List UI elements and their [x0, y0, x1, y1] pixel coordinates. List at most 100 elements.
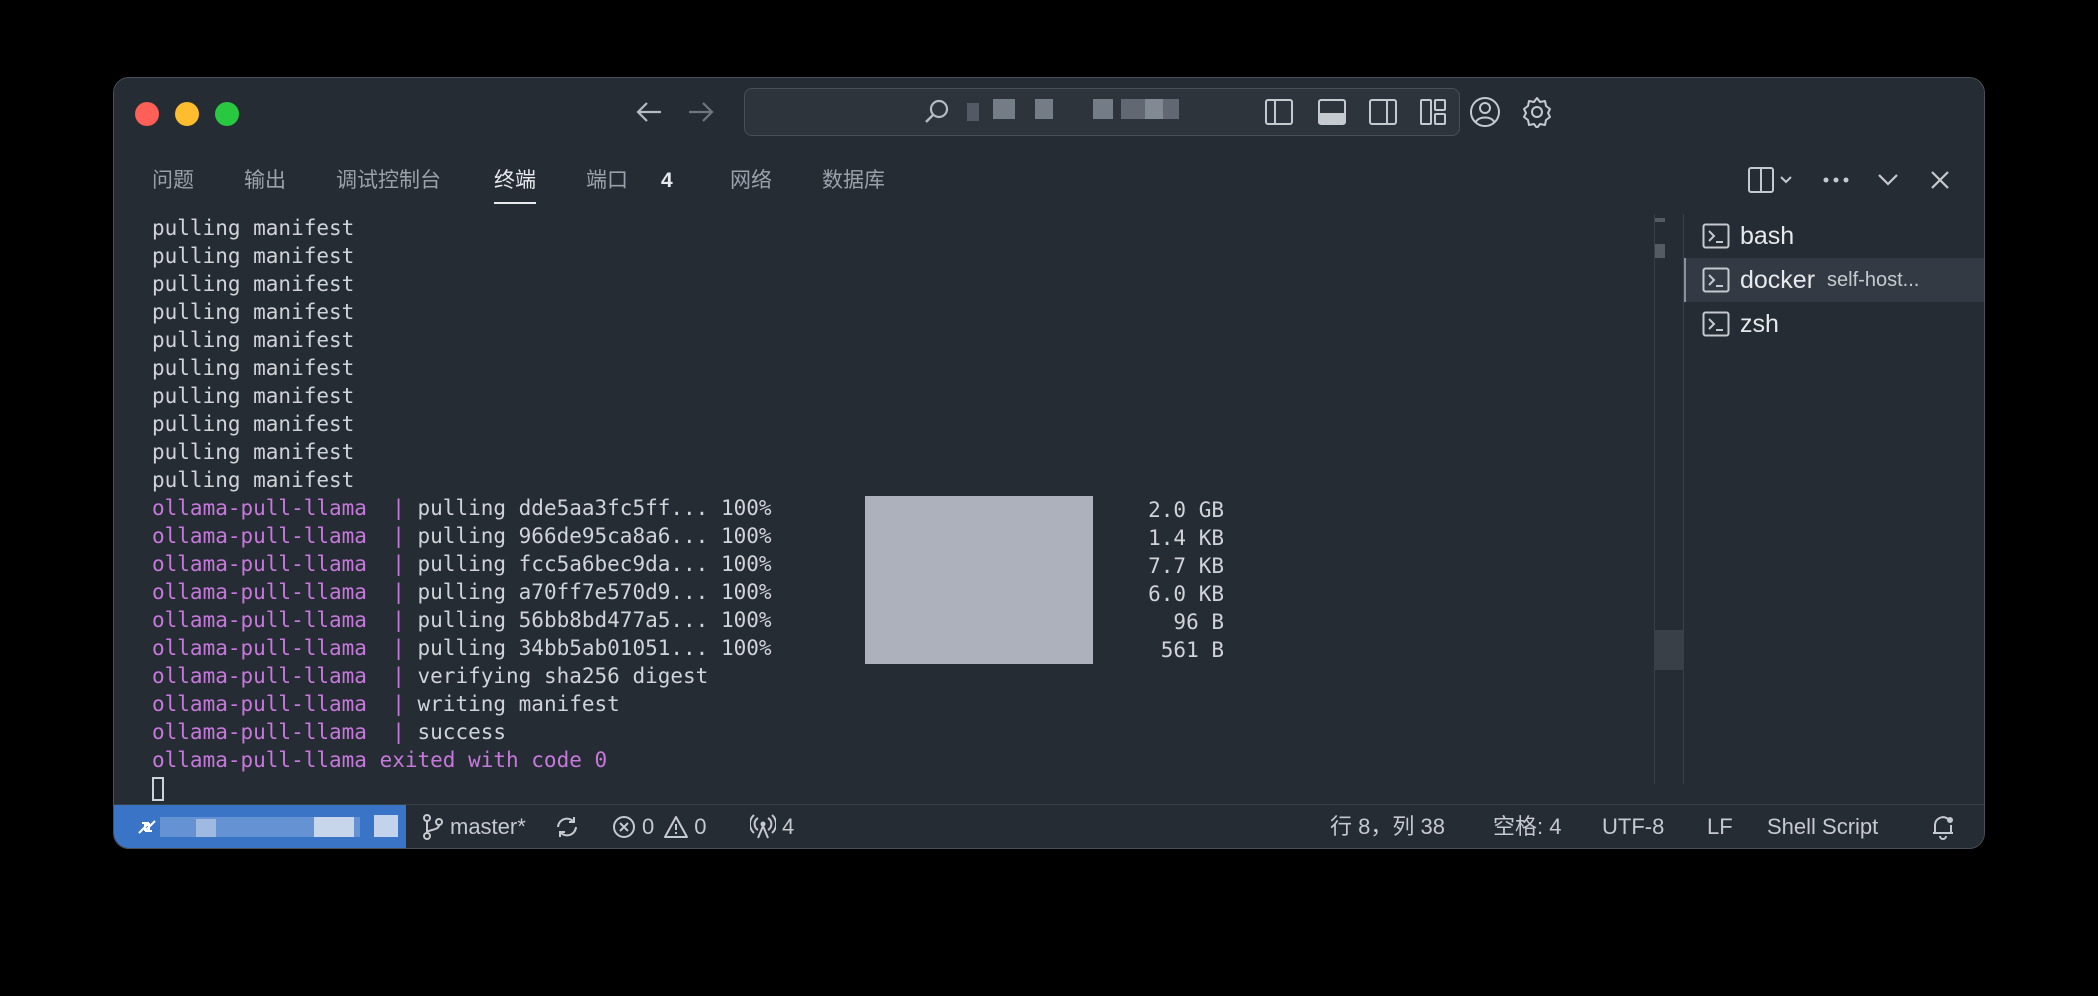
- terminal-line: pulling manifest: [152, 244, 355, 268]
- git-branch-item[interactable]: master*: [422, 805, 526, 848]
- layer-size: 6.0 KB: [1148, 582, 1224, 606]
- remote-indicator[interactable]: [114, 805, 406, 848]
- scroll-marker: [1655, 218, 1665, 222]
- forward-arrow-icon[interactable]: [681, 92, 721, 132]
- error-count: 0: [642, 814, 655, 839]
- pull-layer-text: pulling dde5aa3fc5ff... 100%: [417, 496, 772, 520]
- separator: |: [379, 608, 418, 632]
- terminal-line: pulling manifest: [152, 412, 355, 436]
- customize-layout-icon[interactable]: [1414, 93, 1452, 131]
- chevron-down-icon[interactable]: [1870, 162, 1906, 198]
- redacted-text: [314, 817, 354, 837]
- terminal-line: ollama-pull-llama | verifying sha256 dig…: [152, 662, 1252, 690]
- language-mode[interactable]: Shell Script: [1767, 805, 1878, 848]
- tab-debug-console[interactable]: 调试控制台: [336, 158, 441, 208]
- close-icon[interactable]: [1922, 162, 1958, 198]
- layer-size: 7.7 KB: [1148, 554, 1224, 578]
- warning-count: 0: [694, 814, 707, 839]
- sync-icon[interactable]: [554, 805, 586, 848]
- layer-size: 96 B: [1173, 610, 1224, 634]
- layer-sizes: 2.0 GB 1.4 KB 7.7 KB 6.0 KB 96 B 561 B: [1114, 496, 1224, 664]
- ports-indicator[interactable]: 4: [750, 805, 795, 848]
- account-icon[interactable]: [1466, 93, 1504, 131]
- tab-problems[interactable]: 问题: [152, 158, 194, 208]
- service-prefix: ollama-pull-llama: [152, 524, 380, 548]
- redacted-text: [1035, 99, 1053, 119]
- separator: |: [379, 524, 418, 548]
- line-ending[interactable]: LF: [1707, 805, 1733, 848]
- terminal-line: pulling manifest: [152, 216, 355, 240]
- separator: |: [379, 664, 418, 688]
- terminal-name: bash: [1740, 221, 1795, 250]
- status-text: success: [417, 720, 507, 744]
- cursor-position[interactable]: 行 8，列 38: [1330, 805, 1445, 848]
- layer-size: 1.4 KB: [1148, 526, 1224, 550]
- problems-indicator[interactable]: 0 0: [612, 805, 707, 848]
- back-arrow-icon[interactable]: [629, 92, 669, 132]
- command-center-search[interactable]: [744, 88, 1460, 136]
- status-text: verifying sha256 digest: [417, 664, 709, 688]
- toggle-panel-icon[interactable]: [1313, 93, 1351, 131]
- more-actions-icon[interactable]: [1818, 162, 1854, 198]
- ports-count: 4: [782, 814, 795, 839]
- broadcast-icon: [750, 814, 776, 839]
- search-icon: [923, 98, 951, 131]
- redacted-text: [993, 99, 1015, 119]
- terminal-list: bash docker self-host... zsh: [1684, 214, 1984, 346]
- toggle-secondary-sidebar-icon[interactable]: [1364, 93, 1402, 131]
- tab-terminal[interactable]: 终端: [494, 158, 536, 208]
- zoom-window-button[interactable]: [215, 102, 239, 126]
- service-prefix: ollama-pull-llama: [152, 636, 380, 660]
- terminal-line: pulling manifest: [152, 468, 355, 492]
- service-prefix: ollama-pull-llama: [152, 692, 380, 716]
- status-bar: master* 0 0 4 行 8，列 38 空格: 4 UTF-8 LF Sh…: [114, 804, 1984, 848]
- terminal-item-zsh[interactable]: zsh: [1684, 302, 1984, 346]
- minimize-window-button[interactable]: [175, 102, 199, 126]
- indentation[interactable]: 空格: 4: [1493, 805, 1561, 848]
- terminal-scrollbar[interactable]: [1654, 214, 1684, 784]
- separator: |: [379, 496, 418, 520]
- tab-network[interactable]: 网络: [730, 158, 772, 208]
- redacted-text: [1145, 99, 1163, 119]
- separator: |: [379, 636, 418, 660]
- error-icon: [613, 816, 635, 838]
- title-bar: [114, 78, 1984, 148]
- terminal-line: pulling manifest: [152, 356, 355, 380]
- service-prefix: ollama-pull-llama: [152, 608, 380, 632]
- tab-output[interactable]: 输出: [244, 158, 286, 208]
- git-branch-label: master*: [450, 814, 526, 839]
- remote-icon: [138, 820, 156, 834]
- terminal-item-docker[interactable]: docker self-host...: [1684, 258, 1984, 302]
- terminal-cursor: [152, 777, 164, 801]
- separator: |: [379, 552, 418, 576]
- layer-size: 2.0 GB: [1148, 498, 1224, 522]
- close-window-button[interactable]: [135, 102, 159, 126]
- terminal-line: pulling manifest: [152, 300, 355, 324]
- terminal-description: self-host...: [1827, 268, 1920, 291]
- tab-ports[interactable]: 端口: [586, 158, 628, 208]
- layer-size: 561 B: [1160, 638, 1224, 662]
- terminal-icon: [1702, 223, 1730, 249]
- split-terminal-icon[interactable]: [1744, 162, 1800, 198]
- encoding[interactable]: UTF-8: [1602, 805, 1664, 848]
- toggle-primary-sidebar-icon[interactable]: [1260, 93, 1298, 131]
- warning-icon: [664, 816, 689, 838]
- terminal-line: ollama-pull-llama | success: [152, 718, 1252, 746]
- gear-icon[interactable]: [1518, 93, 1556, 131]
- separator: |: [379, 580, 418, 604]
- terminal-line: pulling manifest: [152, 440, 355, 464]
- status-text: writing manifest: [417, 692, 620, 716]
- redacted-text: [967, 103, 979, 121]
- terminal-line: ollama-pull-llama | writing manifest: [152, 690, 1252, 718]
- service-prefix: ollama-pull-llama: [152, 580, 380, 604]
- pull-layer-text: pulling fcc5a6bec9da... 100%: [417, 552, 772, 576]
- terminal-item-bash[interactable]: bash: [1684, 214, 1984, 258]
- scrollbar-thumb[interactable]: [1655, 630, 1683, 670]
- progress-bars-block: [865, 496, 1093, 664]
- separator: |: [379, 692, 418, 716]
- terminal-name: docker: [1740, 265, 1816, 294]
- notifications-bell-icon[interactable]: [1930, 805, 1962, 848]
- vscode-window: 问题 输出 调试控制台 终端 端口 4 网络 数据库 pulling manif…: [113, 77, 1985, 849]
- redacted-text: [374, 815, 398, 837]
- tab-database[interactable]: 数据库: [822, 158, 885, 208]
